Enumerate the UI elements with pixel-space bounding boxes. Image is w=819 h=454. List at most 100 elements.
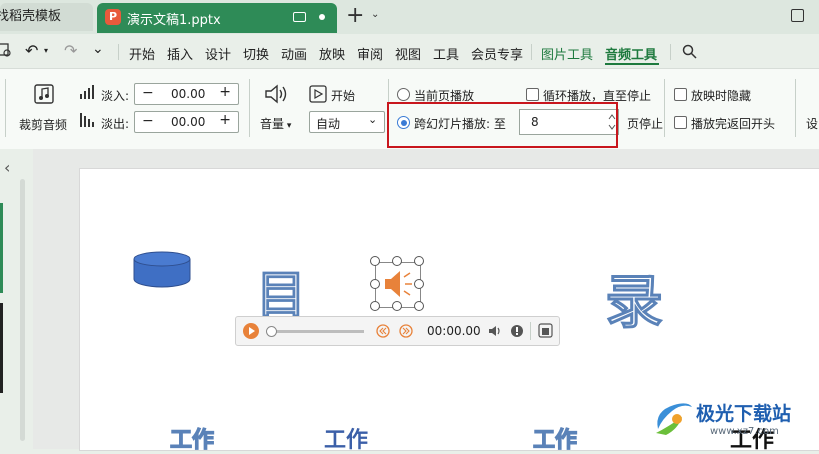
start-select[interactable]: 自动 ⌄ [309,111,385,133]
menu-tools[interactable]: 工具 [433,44,459,63]
undo-menu-icon[interactable]: ▾ [44,46,48,55]
divider [249,79,250,137]
divider [530,322,531,340]
tab-document-title: 演示文稿1.pptx [127,13,221,28]
fast-forward-icon[interactable] [399,324,413,338]
trim-audio-label[interactable]: 裁剪音频 [19,116,67,133]
tab-document[interactable]: P 演示文稿1.pptx [97,3,337,33]
monitor-icon[interactable] [293,12,306,22]
menu-design[interactable]: 设计 [205,44,231,63]
redo-icon[interactable]: ↷ [64,41,77,60]
menu-audio-tools[interactable]: 音频工具 [605,44,657,63]
watermark: 极光下载站 www.xz7.com [652,393,819,449]
work-label[interactable]: 工作 [532,422,577,454]
divider [531,44,532,60]
hide-during-show-label[interactable]: 放映时隐藏 [691,87,751,104]
cylinder-shape[interactable] [133,251,191,289]
volume-dropdown[interactable]: 音量 ▾ [260,115,291,132]
speaker-icon[interactable] [264,83,290,105]
rewind-icon[interactable] [376,324,390,338]
chevron-down-icon[interactable]: ⌄ [371,9,379,20]
resize-handle[interactable] [414,256,424,266]
resize-handle[interactable] [392,256,402,266]
active-tab-underline [605,63,659,65]
audio-settings-icon[interactable] [538,323,553,338]
scrollbar-track[interactable] [20,179,25,441]
fade-out-value: 00.00 [171,115,206,129]
undo-icon[interactable]: ↶ [25,41,38,60]
work-label[interactable]: 工作 [324,422,368,454]
thumbnail-dark[interactable] [0,303,3,393]
rewind-label[interactable]: 播放完返回开头 [691,115,775,132]
menu-membership[interactable]: 会员专享 [471,44,523,63]
tab-template[interactable]: 找稻壳模板 [0,3,93,31]
menu-insert[interactable]: 插入 [167,44,193,63]
increase-button[interactable]: + [219,84,231,100]
divider [664,79,665,137]
chevron-down-icon: ⌄ [368,113,378,126]
resize-handle[interactable] [392,301,402,311]
progress-knob[interactable] [266,326,277,337]
watermark-url: www.xz7.com [710,426,779,437]
title-bar: 找稻壳模板 P 演示文稿1.pptx + ⌄ [0,0,819,34]
fade-in-icon [80,85,94,99]
watermark-text: 极光下载站 [696,403,792,425]
progress-track[interactable] [268,330,364,333]
slide-thumbnail-panel: ‹ [0,149,33,449]
divider [795,79,796,137]
start-label: 开始 [331,89,356,103]
menu-bar: ↶ ▾ ↷ ⌄ 开始 插入 设计 切换 动画 放映 审阅 视图 工具 会员专享 … [0,34,819,68]
decrease-button[interactable]: − [142,113,154,129]
highlight-box [387,102,618,148]
audio-speaker-icon[interactable] [380,267,414,301]
new-tab-button[interactable]: + [346,4,364,28]
menu-home[interactable]: 开始 [129,44,155,63]
thumbnail-selected[interactable] [0,203,3,293]
menu-view[interactable]: 视图 [395,44,421,63]
resize-handle[interactable] [370,301,380,311]
work-label[interactable]: 工作 [169,422,214,454]
trim-audio-icon[interactable] [33,83,55,105]
menu-slideshow[interactable]: 放映 [319,44,345,63]
restore-window-icon[interactable] [791,9,804,22]
divider [670,44,671,60]
resize-handle[interactable] [370,256,380,266]
presentation-icon: P [105,9,121,25]
decrease-button[interactable]: − [142,85,154,101]
play-current-slide-radio[interactable] [397,88,410,101]
fade-out-icon [80,113,94,127]
play-start-icon [309,85,327,103]
settings-label[interactable]: 设 [806,115,818,132]
volume-icon[interactable] [488,324,502,338]
collapse-panel-icon[interactable]: ‹ [4,158,10,177]
resize-handle[interactable] [414,301,424,311]
hide-during-show-checkbox[interactable] [674,88,687,101]
chevron-down-icon: ▾ [284,121,292,131]
menu-animation[interactable]: 动画 [281,44,307,63]
tab-template-label: 找稻壳模板 [0,9,62,24]
unsaved-dot-icon[interactable] [319,14,325,20]
menu-transitions[interactable]: 切换 [243,44,269,63]
fade-in-value: 00.00 [171,87,206,101]
divider [118,44,119,60]
loop-checkbox[interactable] [526,88,539,101]
more-quick-icon[interactable]: ⌄ [92,41,104,57]
increase-button[interactable]: + [219,112,231,128]
title-char-lu[interactable]: 录 [604,255,663,339]
play-button-icon[interactable] [242,322,260,340]
divider [5,79,6,137]
info-icon[interactable] [510,324,524,338]
fade-in-label: 淡入: [101,89,130,103]
fade-out-stepper[interactable]: − 00.00 + [134,111,239,133]
watermark-logo-icon [656,403,692,435]
resize-handle[interactable] [370,279,380,289]
rewind-checkbox[interactable] [674,116,687,129]
fade-in-stepper[interactable]: − 00.00 + [134,83,239,105]
search-icon[interactable] [682,44,697,59]
resize-handle[interactable] [414,279,424,289]
menu-picture-tools[interactable]: 图片工具 [541,44,593,63]
menu-review[interactable]: 审阅 [357,44,383,63]
audio-player: 00:00.00 [235,316,560,346]
playback-time: 00:00.00 [427,324,481,338]
print-preview-icon[interactable] [0,43,12,59]
